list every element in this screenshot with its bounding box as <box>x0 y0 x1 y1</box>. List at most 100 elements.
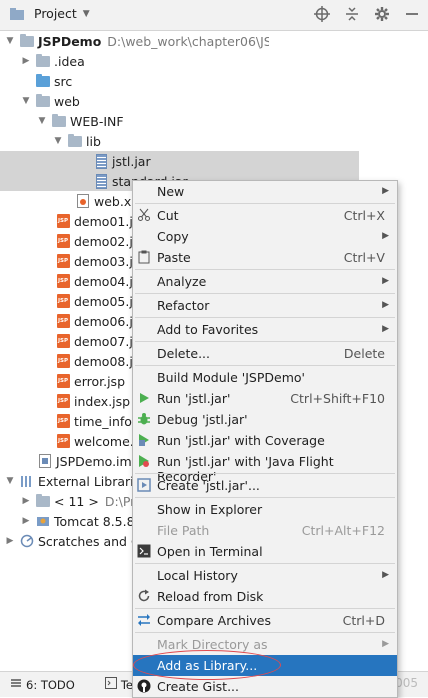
tree-item-label: JSPDemo.iml <box>56 453 136 469</box>
menu-item-debug[interactable]: Debug 'jstl.jar' <box>133 409 397 430</box>
github-icon <box>137 679 151 693</box>
menu-item-show-in-explorer[interactable]: Show in Explorer <box>133 499 397 520</box>
coverage-icon <box>137 433 151 447</box>
menu-item-shortcut: Delete <box>343 346 385 361</box>
scratches-icon <box>20 534 34 548</box>
tree-item-label: WEB-INF <box>70 113 124 129</box>
project-title: Project <box>34 6 77 21</box>
bug-icon <box>137 412 151 426</box>
menu-separator <box>135 203 395 204</box>
jsp-file-icon: JSP <box>56 434 70 448</box>
compare-arrows-icon <box>137 613 151 627</box>
menu-item-coverage[interactable]: Run 'jstl.jar' with Coverage <box>133 430 397 451</box>
expanded-arrow-icon[interactable]: ▼ <box>36 116 48 126</box>
menu-item-paste[interactable]: Paste Ctrl+V <box>133 247 397 268</box>
menu-item-label: Local History <box>157 568 238 583</box>
menu-item-label: File Path <box>157 523 210 538</box>
menu-item-copy[interactable]: Copy ▶ <box>133 226 397 247</box>
menu-item-label: New <box>157 184 185 199</box>
tree-item-jstl[interactable]: jstl.jar <box>0 151 359 171</box>
menu-item-label: Analyze <box>157 274 207 289</box>
jsp-file-icon: JSP <box>56 314 70 328</box>
tree-item-web[interactable]: ▼ web <box>0 91 285 111</box>
tree-item-root[interactable]: ▼ JSPDemo D:\web_work\chapter06\JSP <box>0 31 269 51</box>
menu-item-run[interactable]: Run 'jstl.jar' Ctrl+Shift+F10 <box>133 388 397 409</box>
jsp-file-icon: JSP <box>56 394 70 408</box>
menu-item-label: Delete... <box>157 346 210 361</box>
menu-item-open-terminal[interactable]: Open in Terminal <box>133 541 397 562</box>
scissors-icon <box>137 208 151 222</box>
tree-item-label: < 11 > <box>54 493 99 509</box>
menu-item-flight-recorder[interactable]: Run 'jstl.jar' with 'Java Flight Recorde… <box>133 451 397 484</box>
menu-item-delete[interactable]: Delete... Delete <box>133 343 397 364</box>
menu-item-compare-archives[interactable]: Compare Archives Ctrl+D <box>133 610 397 631</box>
menu-item-refactor[interactable]: Refactor ▶ <box>133 295 397 316</box>
menu-item-shortcut: Ctrl+D <box>342 613 385 628</box>
tree-item-src[interactable]: src <box>0 71 301 91</box>
run-config-icon <box>137 478 151 492</box>
menu-item-analyze[interactable]: Analyze ▶ <box>133 271 397 292</box>
terminal-icon <box>137 544 151 558</box>
collapsed-arrow-icon[interactable]: ▶ <box>4 536 16 546</box>
menu-item-file-path[interactable]: File Path Ctrl+Alt+F12 <box>133 520 397 541</box>
collapsed-arrow-icon[interactable]: ▶ <box>20 516 32 526</box>
expanded-arrow-icon[interactable]: ▼ <box>20 96 32 106</box>
menu-separator <box>135 317 395 318</box>
menu-item-label: Copy <box>157 229 189 244</box>
project-view-selector[interactable]: Project ▼ <box>10 6 90 21</box>
todo-label: 6: TODO <box>26 677 75 692</box>
xml-file-icon <box>76 194 90 208</box>
menu-item-label: Paste <box>157 250 191 265</box>
todo-icon <box>10 677 22 692</box>
menu-separator <box>135 563 395 564</box>
chevron-down-icon[interactable]: ▼ <box>83 9 90 19</box>
jsp-file-icon: JSP <box>56 354 70 368</box>
tree-item-lib[interactable]: ▼ lib <box>0 131 317 151</box>
menu-item-mark-directory[interactable]: Mark Directory as ▶ <box>133 634 397 655</box>
menu-item-label: Run 'jstl.jar' <box>157 391 231 406</box>
menu-item-add-to-favorites[interactable]: Add to Favorites ▶ <box>133 319 397 340</box>
menu-item-build-module[interactable]: Build Module 'JSPDemo' <box>133 367 397 388</box>
gear-icon[interactable] <box>372 4 392 24</box>
tree-item-label: lib <box>86 133 101 149</box>
jsp-file-icon: JSP <box>56 234 70 248</box>
menu-separator <box>135 497 395 498</box>
menu-item-label: Show in Explorer <box>157 502 263 517</box>
web-folder-icon <box>36 93 50 108</box>
expanded-arrow-icon[interactable]: ▼ <box>4 36 16 46</box>
minimize-icon[interactable] <box>402 4 422 24</box>
collapsed-arrow-icon[interactable]: ▶ <box>20 496 32 506</box>
menu-item-label: Create 'jstl.jar'... <box>157 478 260 493</box>
folder-icon <box>68 133 82 148</box>
menu-item-local-history[interactable]: Local History ▶ <box>133 565 397 586</box>
expanded-arrow-icon[interactable]: ▼ <box>4 476 16 486</box>
jsp-file-icon: JSP <box>56 214 70 228</box>
locate-icon[interactable] <box>312 4 332 24</box>
tree-item-web-inf[interactable]: ▼ WEB-INF <box>0 111 301 131</box>
menu-item-new[interactable]: New ▶ <box>133 181 397 202</box>
menu-separator <box>135 632 395 633</box>
tree-item-label: src <box>54 73 73 89</box>
tomcat-icon <box>36 514 50 528</box>
menu-item-shortcut: Ctrl+Alt+F12 <box>301 523 385 538</box>
menu-separator <box>135 608 395 609</box>
menu-item-cut[interactable]: Cut Ctrl+X <box>133 205 397 226</box>
tree-item-label: Tomcat 8.5.8 <box>54 513 135 529</box>
menu-separator <box>135 293 395 294</box>
collapse-all-icon[interactable] <box>342 4 362 24</box>
todo-tab[interactable]: 6: TODO <box>10 677 75 692</box>
menu-item-label: Open in Terminal <box>157 544 263 559</box>
submenu-arrow-icon: ▶ <box>382 324 389 334</box>
menu-item-shortcut: Ctrl+V <box>343 250 385 265</box>
jsp-file-icon: JSP <box>56 414 70 428</box>
project-toolbar: Project ▼ <box>0 0 428 31</box>
menu-item-shortcut: Ctrl+X <box>343 208 385 223</box>
menu-item-add-as-library[interactable]: Add as Library... <box>133 655 397 676</box>
collapsed-arrow-icon[interactable]: ▶ <box>20 56 32 66</box>
menu-item-create-config[interactable]: Create 'jstl.jar'... <box>133 475 397 496</box>
tree-item-idea[interactable]: ▶ .idea <box>0 51 285 71</box>
tree-item-label: JSPDemo <box>38 33 102 49</box>
menu-item-reload[interactable]: Reload from Disk <box>133 586 397 607</box>
menu-item-create-gist[interactable]: Create Gist... <box>133 676 397 697</box>
expanded-arrow-icon[interactable]: ▼ <box>52 136 64 146</box>
